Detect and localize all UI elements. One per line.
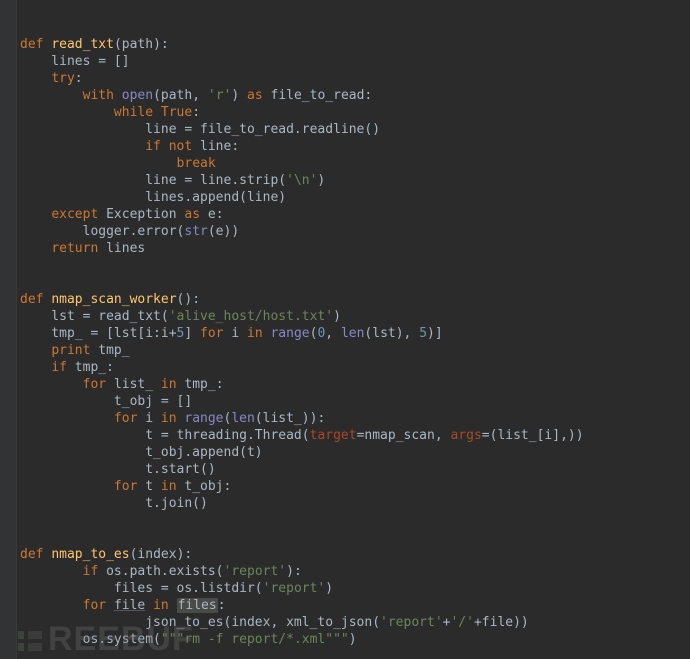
code-line: os.system("""rm -f report/*.xml""") — [20, 631, 690, 648]
code-line — [20, 512, 690, 529]
code-line: files = os.listdir('report') — [20, 580, 690, 597]
code-line — [20, 529, 690, 546]
code-line: except Exception as e: — [20, 206, 690, 223]
code-line: def nmap_scan_worker(): — [20, 291, 690, 308]
code-line: if os.path.exists('report'): — [20, 563, 690, 580]
code-line — [20, 257, 690, 274]
code-line: while True: — [20, 104, 690, 121]
code-line: def nmap_to_es(index): — [20, 546, 690, 563]
code-line: lines.append(line) — [20, 189, 690, 206]
code-line: lines = [] — [20, 53, 690, 70]
code-line: line = line.strip('\n') — [20, 172, 690, 189]
code-line: with open(path, 'r') as file_to_read: — [20, 87, 690, 104]
code-line: t_obj.append(t) — [20, 444, 690, 461]
code-line: try: — [20, 70, 690, 87]
code-line: t_obj = [] — [20, 393, 690, 410]
code-line: def read_txt(path): — [20, 36, 690, 53]
code-line: for i in range(len(list_)): — [20, 410, 690, 427]
code-line: lst = read_txt('alive_host/host.txt') — [20, 308, 690, 325]
code-line: print tmp_ — [20, 342, 690, 359]
code-line: t = threading.Thread(target=nmap_scan, a… — [20, 427, 690, 444]
editor-gutter — [0, 0, 17, 659]
code-line: for t in t_obj: — [20, 478, 690, 495]
code-line: t.start() — [20, 461, 690, 478]
code-line: json_to_es(index, xml_to_json('report'+'… — [20, 614, 690, 631]
code-line: return lines — [20, 240, 690, 257]
code-line: t.join() — [20, 495, 690, 512]
code-line: logger.error(str(e)) — [20, 223, 690, 240]
code-line: for file in files: — [20, 597, 690, 614]
code-line — [20, 274, 690, 291]
code-line: if tmp_: — [20, 359, 690, 376]
code-line: if not line: — [20, 138, 690, 155]
code-line: line = file_to_read.readline() — [20, 121, 690, 138]
code-line: break — [20, 155, 690, 172]
code-line: tmp_ = [lst[i:i+5] for i in range(0, len… — [20, 325, 690, 342]
code-editor[interactable]: def read_txt(path): lines = [] try: with… — [17, 0, 690, 659]
code-line: for list_ in tmp_: — [20, 376, 690, 393]
